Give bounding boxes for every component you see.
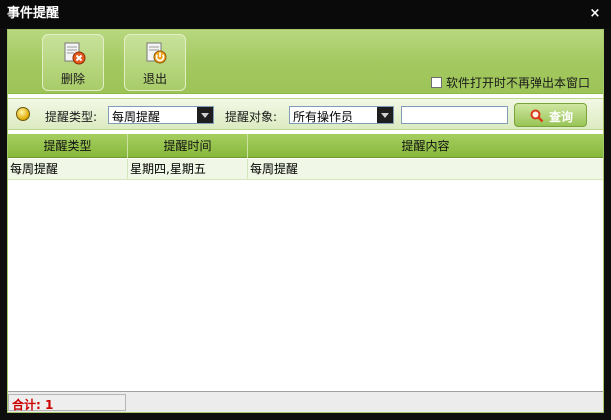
chevron-down-icon[interactable] [197, 107, 213, 123]
total-count: 合计: 1 [12, 398, 54, 412]
exit-icon [146, 42, 167, 64]
cell-time: 星期四,星期五 [128, 159, 248, 180]
query-label: 查询 [549, 110, 574, 124]
cell-content: 每周提醒 [250, 162, 299, 176]
delete-button[interactable]: 删除 [42, 34, 104, 91]
column-header-type[interactable]: 提醒类型 [8, 134, 128, 158]
exit-label: 退出 [142, 72, 167, 86]
reminder-type-label: 提醒类型: [45, 110, 98, 124]
delete-icon [64, 42, 86, 65]
exit-button[interactable]: 退出 [124, 34, 186, 91]
close-icon[interactable]: × [588, 6, 602, 22]
bulb-icon [16, 107, 30, 121]
cell-type: 每周提醒 [8, 159, 128, 180]
query-button[interactable]: 查询 [514, 103, 587, 127]
reminder-target-value: 所有操作员 [293, 110, 354, 124]
title-bar[interactable]: 事件提醒 × [0, 0, 611, 28]
table-row[interactable]: 每周提醒 星期四,星期五 每周提醒 [8, 159, 603, 180]
client-area: 删除 退出 软件打开时不再弹出本窗口 提醒类型: 每周提醒 提醒对象: 所有操作… [7, 29, 604, 413]
reminder-target-select[interactable]: 所有操作员 [289, 106, 394, 124]
chevron-down-icon[interactable] [377, 107, 393, 123]
grid-header: 提醒类型 提醒时间 提醒内容 [8, 134, 603, 158]
reminder-type-select[interactable]: 每周提醒 [108, 106, 214, 124]
event-reminder-window: 事件提醒 × 删除 退出 软件打开时不再弹出本窗口 提醒类型: 每周提醒 提醒对… [0, 0, 611, 420]
window-title: 事件提醒 [7, 6, 60, 21]
delete-label: 删除 [60, 72, 85, 86]
status-bar: 合计: 1 [8, 391, 603, 412]
total-count-box: 合计: 1 [8, 394, 126, 412]
no-popup-checkbox[interactable] [431, 77, 442, 88]
column-header-time[interactable]: 提醒时间 [128, 134, 248, 158]
filter-bar: 提醒类型: 每周提醒 提醒对象: 所有操作员 查询 [8, 98, 603, 130]
no-popup-label[interactable]: 软件打开时不再弹出本窗口 [446, 76, 590, 90]
column-header-content[interactable]: 提醒内容 [248, 134, 603, 158]
reminder-type-value: 每周提醒 [112, 110, 161, 124]
reminder-target-label: 提醒对象: [225, 110, 278, 124]
search-icon [530, 109, 544, 123]
toolbar: 删除 退出 软件打开时不再弹出本窗口 [8, 30, 603, 94]
search-input[interactable] [401, 106, 508, 124]
